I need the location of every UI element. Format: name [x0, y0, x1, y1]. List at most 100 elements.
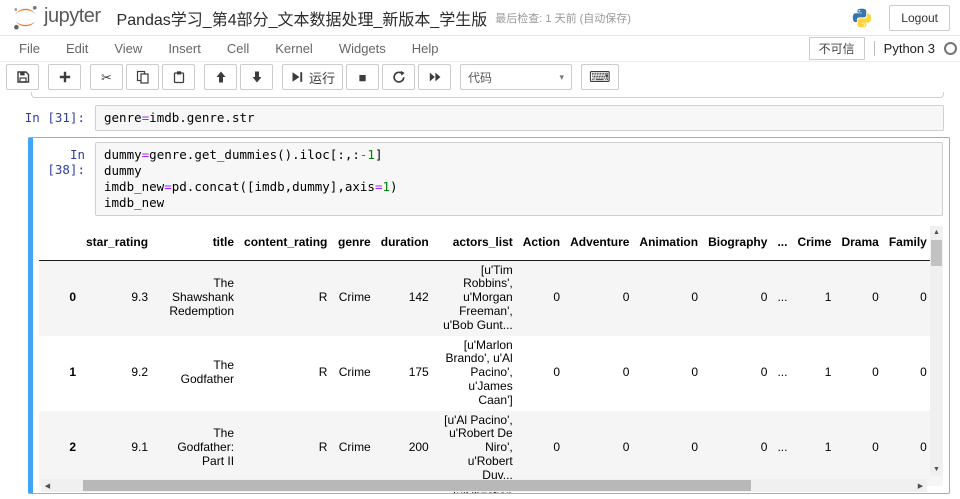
save-button[interactable]	[6, 64, 39, 90]
dataframe-table: star_rating title content_rating genre durat…	[39, 226, 943, 493]
code-line: dummy	[104, 163, 142, 178]
menu-file[interactable]: File	[6, 37, 53, 60]
code-editor[interactable]: genre=imdb.genre.str	[95, 105, 944, 131]
paste-icon	[173, 71, 184, 84]
interrupt-kernel-button[interactable]: ■	[346, 64, 380, 90]
code-cell-31[interactable]: In [31]: genre=imdb.genre.str	[0, 105, 960, 131]
code-line: dummy=genre.get_dummies().iloc[:,:-1]	[104, 147, 383, 162]
previous-cell-remnant[interactable]	[31, 92, 944, 98]
run-icon	[292, 72, 303, 82]
scroll-down-icon[interactable]: ▼	[930, 463, 943, 476]
horizontal-scroll-thumb[interactable]	[83, 480, 751, 491]
table-header-row: star_rating title content_rating genre durat…	[39, 226, 943, 261]
table-cell: R	[318, 440, 328, 455]
table-cell: 0	[553, 440, 561, 455]
table-cell: 0	[932, 486, 943, 493]
menu-edit[interactable]: Edit	[53, 37, 101, 60]
menu-widgets[interactable]: Widgets	[326, 37, 399, 60]
table-cell: 0	[691, 440, 699, 455]
table-cell: The Godfather	[180, 358, 235, 387]
table-cell: 9.1	[131, 440, 149, 455]
table-cell: 0	[691, 290, 699, 305]
table-cell: 0	[760, 290, 768, 305]
scroll-left-icon[interactable]: ◀	[41, 479, 54, 492]
table-row: 2 9.1 The Godfather: Part II R Crime 200 [u'Al…	[39, 410, 943, 486]
arrow-up-icon	[216, 71, 225, 83]
table-cell: 0	[622, 290, 630, 305]
command-palette-button[interactable]: ⌨	[581, 64, 619, 90]
cell-type-value: 代码	[468, 70, 493, 85]
row-index: 1	[69, 365, 76, 380]
code-line: imdb_new=pd.concat([imdb,dummy],axis=1)	[104, 179, 398, 194]
table-cell: 0	[872, 290, 879, 305]
table-row: 1 9.2 The Godfather R Crime 175 [u'Marlon Bran…	[39, 336, 943, 411]
table-cell: R	[318, 290, 328, 305]
table-cell: 200	[408, 440, 429, 455]
arrow-down-icon	[252, 71, 261, 83]
menu-help[interactable]: Help	[399, 37, 452, 60]
cut-cells-button[interactable]: ✂	[90, 64, 123, 90]
restart-run-all-button[interactable]	[418, 64, 452, 90]
column-header: Drama	[836, 226, 884, 261]
input-prompt: In [38]:	[47, 147, 85, 177]
table-cell: The Shawshank Redemption	[169, 276, 235, 318]
add-cell-button[interactable]	[48, 64, 81, 90]
save-icon	[16, 71, 29, 83]
menu-right: 不可信 Python 3	[808, 37, 960, 60]
table-cell: ...	[777, 290, 788, 305]
input-prompt: In [31]:	[24, 110, 85, 125]
code-cell-38-selected[interactable]: In [38]: dummy=genre.get_dummies().iloc[…	[28, 137, 950, 494]
table-cell: 142	[408, 290, 429, 305]
menu-cell[interactable]: Cell	[214, 37, 262, 60]
scroll-up-icon[interactable]: ▲	[930, 226, 943, 239]
table-cell: 9.3	[131, 290, 149, 305]
horizontal-scrollbar[interactable]: ◀ ▶	[41, 479, 927, 492]
column-header: actors_list	[433, 226, 518, 261]
table-cell: 0	[920, 365, 927, 380]
dataframe-output: star_rating title content_rating genre durat…	[39, 221, 943, 493]
code-line: genre=imdb.genre.str	[104, 110, 255, 125]
jupyter-logo-text: jupyter	[44, 4, 101, 27]
menu-insert[interactable]: Insert	[155, 37, 214, 60]
plus-icon	[59, 71, 70, 83]
stop-icon: ■	[358, 69, 367, 85]
menu-items: File Edit View Insert Cell Kernel Widgets Help	[6, 37, 452, 60]
table-cell: 0	[553, 290, 561, 305]
code-editor[interactable]: dummy=genre.get_dummies().iloc[:,:-1] dum…	[95, 142, 943, 216]
table-cell: 0	[691, 365, 699, 380]
menu-kernel[interactable]: Kernel	[262, 37, 326, 60]
table-cell: 175	[408, 365, 429, 380]
jupyter-logo[interactable]: jupyter	[12, 4, 101, 31]
copy-cells-button[interactable]	[126, 64, 159, 90]
move-cell-up-button[interactable]	[204, 64, 237, 90]
scroll-right-icon[interactable]: ▶	[914, 479, 927, 492]
table-cell: 0	[760, 365, 768, 380]
header: jupyter Pandas学习_第4部分_文本数据处理_新版本_学生版 最后检…	[0, 0, 960, 36]
vertical-scrollbar[interactable]: ▲ ▼	[930, 226, 943, 476]
move-cell-down-button[interactable]	[240, 64, 273, 90]
caret-down-icon: ▾	[559, 71, 565, 82]
table-cell: 0	[872, 440, 879, 455]
run-cell-button[interactable]: 运行	[282, 64, 344, 90]
table-cell: [u'Al Pacino', u'Robert De Niro', u'Robe…	[444, 412, 513, 482]
kernel-name: Python 3	[883, 41, 935, 56]
paste-cells-button[interactable]	[162, 64, 195, 90]
notebook-title[interactable]: Pandas学习_第4部分_文本数据处理_新版本_学生版	[117, 6, 488, 30]
notebook-area: In [31]: genre=imdb.genre.str In [38]: d…	[0, 92, 960, 497]
copy-icon	[136, 70, 149, 84]
column-header: content_rating	[239, 226, 333, 261]
checkpoint-status: 最后检查: 1 天前 (自动保存)	[495, 12, 631, 25]
cell-type-dropdown[interactable]: 代码 ▾	[460, 64, 573, 90]
menu-bar: File Edit View Insert Cell Kernel Widgets Help …	[0, 36, 960, 62]
trust-badge[interactable]: 不可信	[808, 37, 865, 60]
table-cell: ...	[777, 365, 788, 380]
menu-view[interactable]: View	[101, 37, 155, 60]
logout-button[interactable]: Logout	[889, 4, 950, 31]
column-header: duration	[375, 226, 434, 261]
table-cell: 0	[872, 365, 879, 380]
table-cell: 1	[824, 365, 832, 380]
kernel-separator	[873, 41, 875, 56]
restart-kernel-button[interactable]	[382, 64, 416, 90]
jupyter-logo-icon	[14, 5, 37, 30]
vertical-scroll-thumb[interactable]	[931, 240, 942, 266]
